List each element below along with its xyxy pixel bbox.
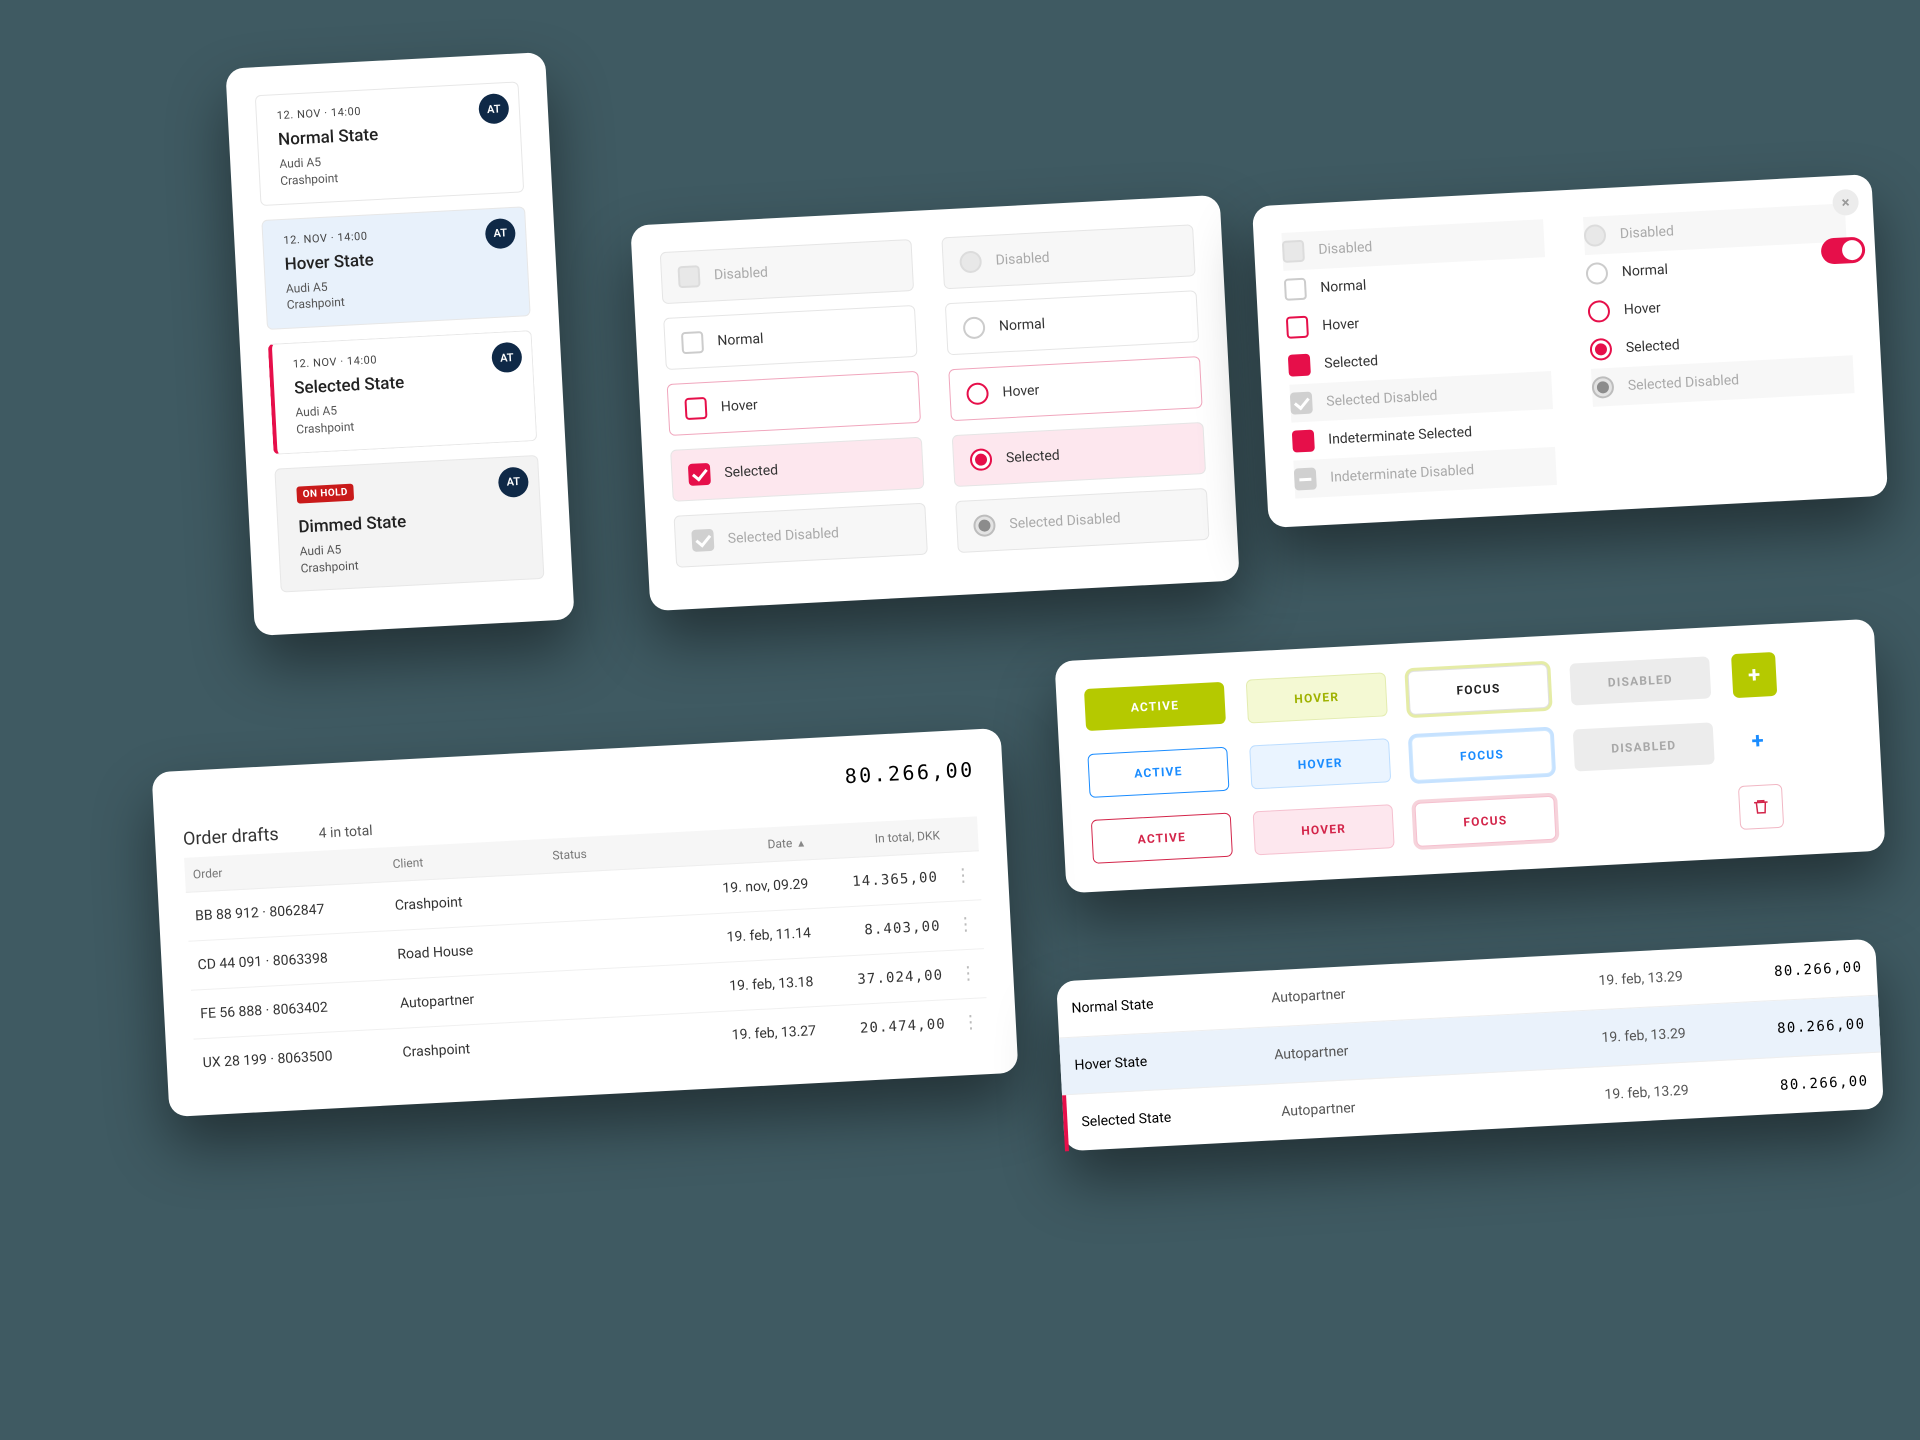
secondary-disabled-button: DISABLED [1573,722,1715,771]
primary-hover-button[interactable]: HOVER [1246,672,1388,723]
secondary-hover-button[interactable]: HOVER [1249,738,1391,789]
secondary-focus-button[interactable]: FOCUS [1411,730,1553,781]
radio-icon[interactable] [966,382,989,405]
checkbox-icon [1282,240,1305,263]
checkbox-icon [677,265,700,288]
radio-icon[interactable] [1585,262,1608,285]
sort-asc-icon: ▲ [796,838,806,850]
card-meta: 12. NOV · 14:00 [283,222,507,247]
radio-icon [959,250,982,273]
add-icon-button[interactable]: + [1731,652,1777,698]
danger-focus-button[interactable]: FOCUS [1414,796,1556,847]
radio-disabled: Disabled [941,224,1195,289]
plus-icon: + [1751,728,1764,754]
radio-selected[interactable]: Selected [952,422,1206,487]
card-selected[interactable]: AT 12. NOV · 14:00 Selected State Audi A… [268,330,537,454]
checkbox-icon [691,529,714,552]
cards-panel: AT 12. NOV · 14:00 Normal State Audi A5 … [225,52,574,636]
primary-disabled-button: DISABLED [1569,656,1711,705]
checkbox-icon [1294,467,1317,490]
card-meta: 12. NOV · 14:00 [277,97,501,122]
col-status[interactable]: Status [544,843,665,863]
danger-hover-button[interactable]: HOVER [1253,804,1395,855]
plus-icon: + [1748,662,1761,688]
primary-focus-button[interactable]: FOCUS [1407,664,1549,715]
toggle-switch[interactable] [1820,236,1865,264]
add-outline-icon-button[interactable]: + [1734,718,1780,764]
radio-selected-disabled: Selected Disabled [955,488,1209,553]
checkbox-selected-disabled: Selected Disabled [674,503,928,568]
on-hold-badge: ON HOLD [296,483,354,503]
row-menu-icon[interactable]: ⋮ [946,870,981,883]
avatar: AT [491,342,523,374]
radio-icon [1591,376,1614,399]
radio-normal[interactable]: Normal [945,290,1199,355]
card-meta: 12. NOV · 14:00 [293,346,514,371]
col-client[interactable]: Client [384,849,545,871]
checkbox-icon[interactable] [681,331,704,354]
drafts-panel: 80.266,00 Order drafts 4 in total Order … [152,728,1019,1117]
col-date[interactable]: Date▲ [664,835,815,857]
checkbox-hover[interactable]: Hover [667,371,921,436]
options-compact-panel: Disabled Normal Hover Selected Selected … [1252,174,1888,528]
row-menu-icon[interactable]: ⋮ [954,1017,989,1030]
row-menu-icon[interactable]: ⋮ [948,919,983,932]
row-menu-icon[interactable]: ⋮ [951,968,986,981]
checkbox-icon[interactable] [1284,278,1307,301]
radio-icon[interactable] [969,448,992,471]
delete-icon-button[interactable] [1738,784,1784,830]
avatar: AT [485,217,517,249]
radio-hover[interactable]: Hover [948,356,1202,421]
checkbox-icon[interactable] [1286,316,1309,339]
close-icon[interactable]: × [1832,189,1859,216]
radio-icon[interactable] [1587,300,1610,323]
buttons-panel: ACTIVE HOVER FOCUS DISABLED + ACTIVE HOV… [1054,619,1885,894]
avatar: AT [478,93,510,125]
checkbox-icon[interactable] [1292,430,1315,453]
checkbox-normal[interactable]: Normal [663,305,917,370]
drafts-title: Order drafts [183,824,280,850]
checkbox-icon[interactable] [1288,354,1311,377]
col-total[interactable]: In total, DKK [814,828,949,849]
card-hover[interactable]: AT 12. NOV · 14:00 Hover State Audi A5 C… [261,206,530,330]
checkbox-selected[interactable]: Selected [670,437,924,502]
row-states-panel: Normal State Autopartner 19. feb, 13.29 … [1056,939,1884,1152]
card-dimmed[interactable]: AT ON HOLD Dimmed State Audi A5 Crashpoi… [274,455,544,593]
drafts-count: 4 in total [318,823,373,842]
radio-icon[interactable] [1589,338,1612,361]
radio-icon [1583,224,1606,247]
danger-active-button[interactable]: ACTIVE [1091,813,1233,864]
radio-icon[interactable] [963,316,986,339]
col-order[interactable]: Order [185,857,385,881]
checkbox-icon[interactable] [684,397,707,420]
options-boxed-panel: Disabled Normal Hover Selected Selected … [630,195,1239,611]
checkbox-icon [1290,392,1313,415]
card-normal[interactable]: AT 12. NOV · 14:00 Normal State Audi A5 … [255,81,524,205]
checkbox-disabled: Disabled [660,239,914,304]
checkbox-icon[interactable] [688,463,711,486]
radio-icon [973,514,996,537]
trash-icon [1752,797,1771,816]
secondary-active-button[interactable]: ACTIVE [1087,747,1229,798]
primary-active-button[interactable]: ACTIVE [1084,682,1226,731]
avatar: AT [498,466,530,498]
